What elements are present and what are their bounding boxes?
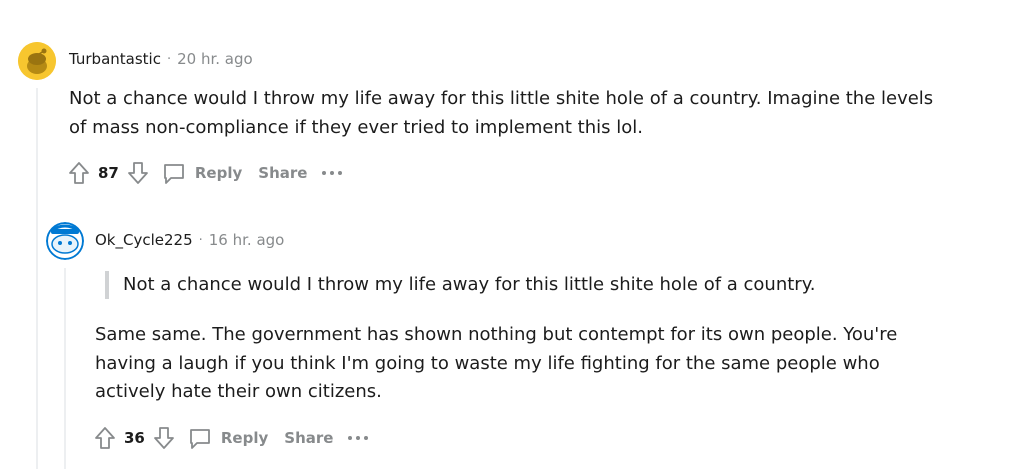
snoo-avatar-icon xyxy=(46,222,84,260)
thread-line[interactable] xyxy=(36,88,38,469)
snoo-avatar-icon xyxy=(18,42,56,80)
downvote-icon[interactable] xyxy=(123,158,153,188)
reply-button[interactable]: Reply xyxy=(187,425,268,451)
blockquote: Not a chance would I throw my life away … xyxy=(105,271,985,299)
comment-line: Same same. The government has shown noth… xyxy=(95,324,898,345)
vote-count: 36 xyxy=(124,429,145,447)
more-options-icon[interactable] xyxy=(317,158,347,188)
downvote-icon[interactable] xyxy=(149,423,179,453)
separator: · xyxy=(166,51,172,67)
share-button[interactable]: Share xyxy=(284,429,333,447)
reply-label: Reply xyxy=(220,429,269,447)
separator: · xyxy=(198,232,203,248)
username[interactable]: Turbantastic xyxy=(69,50,161,68)
username[interactable]: Ok_Cycle225 xyxy=(95,231,193,249)
comment-line: of mass non-compliance if they ever trie… xyxy=(69,116,643,138)
share-button[interactable]: Share xyxy=(258,164,307,182)
timestamp[interactable]: 16 hr. ago xyxy=(209,231,285,249)
comment-actions: 36 Reply Share xyxy=(90,423,373,453)
comment-line: having a laugh if you think I'm going to… xyxy=(95,352,880,374)
avatar[interactable] xyxy=(46,222,84,260)
upvote-icon[interactable] xyxy=(90,423,120,453)
thread-line-nested[interactable] xyxy=(64,268,66,469)
comment-meta: Ok_Cycle225 · 16 hr. ago xyxy=(95,231,284,249)
comment-line: Not a chance would I throw my life away … xyxy=(69,88,934,109)
comment-bubble-icon xyxy=(163,164,184,184)
avatar[interactable] xyxy=(18,42,56,80)
comment-body: Same same. The government has shown noth… xyxy=(95,321,995,407)
comment-actions: 87 Reply Share xyxy=(64,158,347,188)
more-options-icon[interactable] xyxy=(343,423,373,453)
comment-bubble-icon xyxy=(189,429,210,449)
comment-body: Not a chance would I throw my life away … xyxy=(69,85,989,142)
timestamp[interactable]: 20 hr. ago xyxy=(177,50,253,68)
upvote-icon[interactable] xyxy=(64,158,94,188)
comment-line: actively hate their own citizens. xyxy=(95,381,382,402)
reply-label: Reply xyxy=(194,164,243,182)
comment-meta: Turbantastic · 20 hr. ago xyxy=(69,50,253,68)
vote-count: 87 xyxy=(98,164,119,182)
reply-button[interactable]: Reply xyxy=(161,160,242,186)
